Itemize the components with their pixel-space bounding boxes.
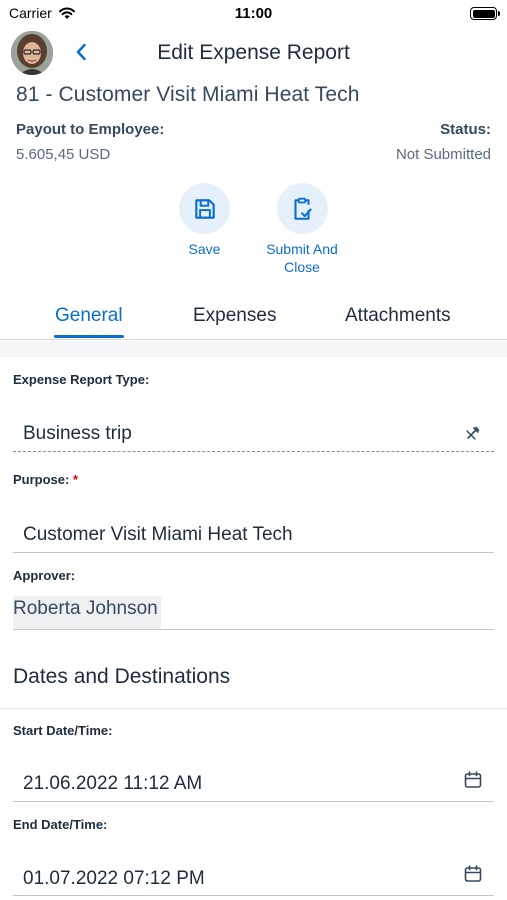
end-date-label: End Date/Time: [13, 817, 108, 832]
submit-icon-circle[interactable] [276, 183, 328, 234]
tab-expenses-label: Expenses [193, 305, 277, 326]
submit-label-line1: Submit And [266, 241, 338, 257]
approver-underline [13, 629, 494, 630]
approver-value: Roberta Johnson [13, 598, 158, 619]
status-label: Status: [440, 121, 491, 138]
start-date-underline [13, 801, 494, 802]
end-date-field[interactable]: 01.07.2022 07:12 PM [23, 868, 205, 890]
payout-value: 5.605,45 USD [16, 146, 111, 163]
tab-expenses[interactable]: Expenses [193, 305, 276, 327]
purpose-field[interactable]: Customer Visit Miami Heat Tech [23, 524, 293, 546]
payout-label: Payout to Employee: [16, 121, 165, 138]
submit-label-line2: Close [284, 259, 320, 275]
page-title: Edit Expense Report [157, 41, 350, 64]
expense-type-label: Expense Report Type: [13, 372, 150, 387]
status-bar: Carrier 11:00 [0, 0, 507, 28]
approver-label: Approver: [13, 568, 76, 583]
required-marker: * [72, 472, 79, 487]
section-separator [0, 708, 507, 709]
clipboard-check-icon [294, 197, 312, 220]
save-label: Save [188, 241, 221, 257]
section-divider [0, 341, 507, 357]
tab-attachments-label: Attachments [345, 305, 451, 326]
purpose-underline [13, 552, 494, 553]
tab-selected-indicator [54, 335, 124, 338]
calendar-icon[interactable] [463, 864, 483, 884]
clock: 11:00 [234, 5, 273, 22]
expense-type-underline [13, 451, 494, 452]
save-icon [194, 198, 215, 219]
save-icon-circle[interactable] [179, 183, 230, 234]
submit-label: Submit And Close [266, 240, 338, 276]
purpose-label-text: Purpose: [13, 472, 70, 487]
battery-icon [470, 7, 500, 20]
section-title: Dates and Destinations [13, 665, 231, 688]
tab-attachments[interactable]: Attachments [345, 305, 451, 327]
clear-value-icon[interactable] [463, 423, 483, 443]
tab-bar: General Expenses Attachments [0, 300, 507, 340]
expense-type-field[interactable]: Business trip [23, 423, 132, 445]
tab-general[interactable]: General [54, 305, 124, 338]
tab-general-label: General [55, 305, 123, 326]
calendar-icon[interactable] [463, 770, 483, 790]
save-button[interactable]: Save [179, 183, 230, 258]
end-date-underline [13, 895, 494, 896]
purpose-label: Purpose: * [13, 472, 78, 487]
status-value: Not Submitted [395, 146, 491, 163]
submit-and-close-button[interactable]: Submit And Close [252, 183, 352, 276]
start-date-label: Start Date/Time: [13, 723, 113, 738]
report-title: 81 - Customer Visit Miami Heat Tech [16, 83, 360, 106]
start-date-field[interactable]: 21.06.2022 11:12 AM [23, 773, 202, 795]
